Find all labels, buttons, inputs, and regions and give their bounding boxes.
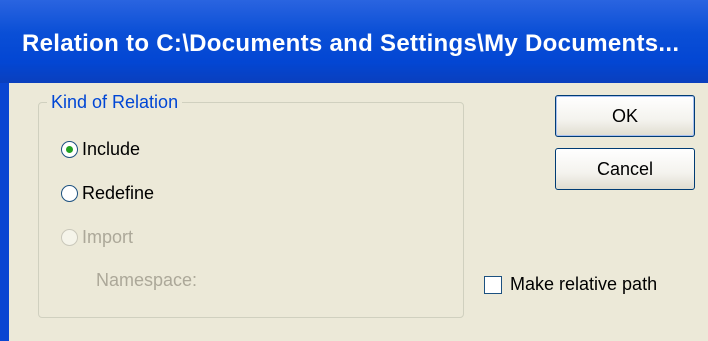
make-relative-path-checkbox-row[interactable]: Make relative path: [484, 274, 657, 295]
radio-redefine-label: Redefine: [82, 182, 155, 203]
namespace-label: Namespace:: [96, 270, 198, 290]
radio-selected-icon[interactable]: [61, 140, 78, 158]
radio-unselected-icon[interactable]: [61, 184, 78, 202]
radio-include-label: Include: [82, 138, 141, 159]
make-relative-path-label: Make relative path: [510, 274, 658, 294]
radio-import: Import: [61, 225, 133, 249]
checkbox-unchecked-icon[interactable]: [484, 275, 502, 294]
title-bar[interactable]: Relation to C:\Documents and Settings\My…: [0, 0, 708, 83]
window-left-border: [0, 83, 9, 341]
window-title: Relation to C:\Documents and Settings\My…: [22, 30, 680, 57]
radio-disabled-icon: [61, 228, 78, 246]
radio-include[interactable]: Include: [61, 137, 140, 161]
radio-redefine[interactable]: Redefine: [61, 181, 154, 205]
radio-import-label: Import: [82, 226, 134, 247]
cancel-button[interactable]: Cancel: [555, 148, 695, 190]
ok-button[interactable]: OK: [555, 95, 695, 137]
groupbox-legend: Kind of Relation: [47, 92, 183, 112]
